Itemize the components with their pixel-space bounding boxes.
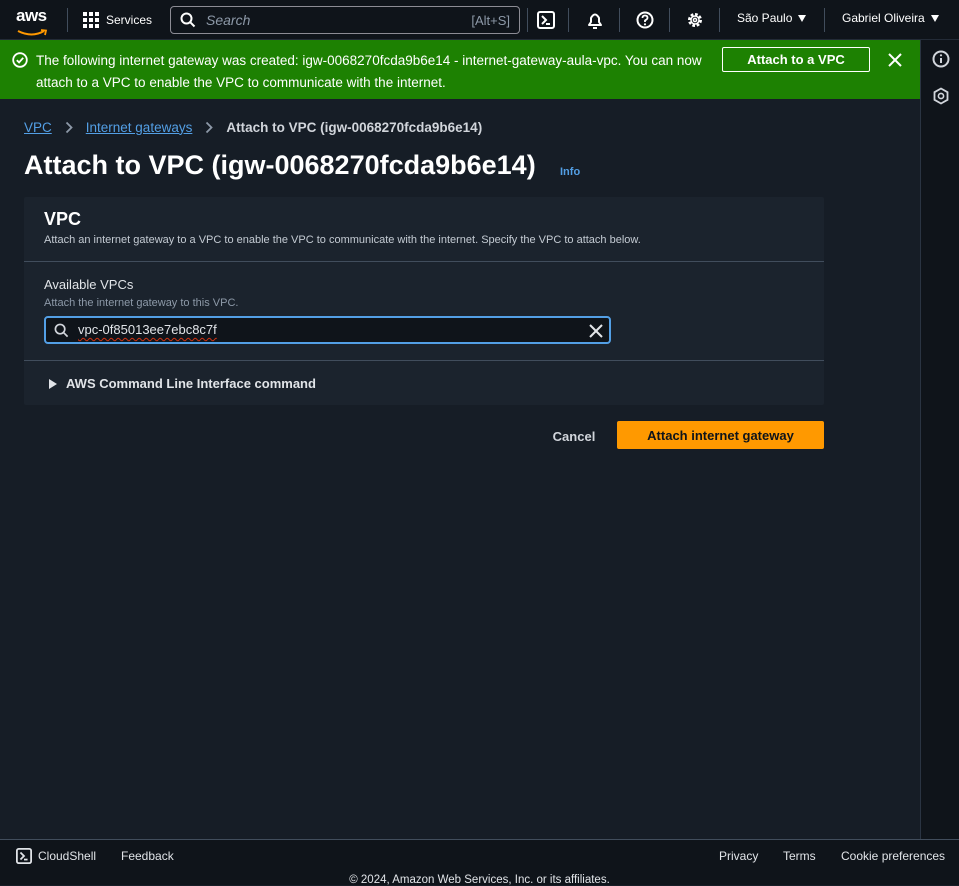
cloudshell-icon xyxy=(16,848,32,864)
flash-message: The following internet gateway was creat… xyxy=(36,53,702,90)
info-panel-icon[interactable] xyxy=(931,49,951,69)
footer-cloudshell-button[interactable]: CloudShell xyxy=(16,848,96,864)
account-menu[interactable]: Gabriel Oliveira xyxy=(842,11,939,25)
cloudshell-icon[interactable] xyxy=(536,10,556,30)
search-placeholder: Search xyxy=(206,12,251,28)
success-flashbar: The following internet gateway was creat… xyxy=(0,40,920,99)
right-tools-rail xyxy=(920,40,959,839)
breadcrumb: VPC Internet gateways Attach to VPC (igw… xyxy=(24,118,482,136)
security-hub-icon[interactable] xyxy=(931,86,951,106)
available-vpcs-label: Available VPCs xyxy=(44,277,134,292)
search-icon xyxy=(54,323,69,338)
privacy-link[interactable]: Privacy xyxy=(719,849,758,863)
top-navigation: aws Services Search [Alt+S] São Paulo Ga… xyxy=(0,0,959,40)
nav-divider xyxy=(527,8,528,32)
attach-internet-gateway-button[interactable]: Attach internet gateway xyxy=(617,421,824,449)
chevron-right-icon xyxy=(205,121,214,134)
nav-divider xyxy=(719,8,720,32)
available-vpcs-description: Attach the internet gateway to this VPC. xyxy=(44,297,239,309)
info-link[interactable]: Info xyxy=(560,166,580,178)
cancel-button[interactable]: Cancel xyxy=(544,427,604,445)
feedback-link[interactable]: Feedback xyxy=(121,849,174,863)
help-icon[interactable] xyxy=(635,10,655,30)
breadcrumb-current: Attach to VPC (igw-0068270fcda9b6e14) xyxy=(226,119,483,135)
aws-smile-icon xyxy=(17,29,48,36)
region-selector[interactable]: São Paulo xyxy=(737,11,807,25)
nav-divider xyxy=(824,8,825,32)
vpc-autosuggest-input[interactable]: vpc-0f85013ee7ebc8c7f xyxy=(44,316,611,344)
cloudshell-label: CloudShell xyxy=(38,849,97,863)
terms-link[interactable]: Terms xyxy=(783,849,816,863)
chevron-right-icon xyxy=(65,121,73,134)
nav-divider xyxy=(67,8,68,32)
services-grid-icon xyxy=(83,12,99,28)
vpc-container: VPC Attach an internet gateway to a VPC … xyxy=(24,197,824,405)
divider xyxy=(24,360,824,361)
vpc-input-value[interactable]: vpc-0f85013ee7ebc8c7f xyxy=(78,322,217,337)
cli-command-label: AWS Command Line Interface command xyxy=(66,376,316,391)
success-check-icon xyxy=(12,52,28,68)
panel-description: Attach an internet gateway to a VPC to e… xyxy=(44,234,641,246)
caret-down-icon xyxy=(930,14,939,22)
caret-down-icon xyxy=(798,14,807,22)
aws-logo-text: aws xyxy=(16,6,47,25)
search-icon xyxy=(180,12,196,28)
panel-header: VPC Attach an internet gateway to a VPC … xyxy=(24,197,824,262)
nav-divider xyxy=(669,8,670,32)
aws-logo[interactable]: aws xyxy=(16,6,52,36)
caret-right-icon xyxy=(49,378,57,389)
services-menu-button[interactable]: Services xyxy=(83,10,152,30)
page-title: Attach to VPC (igw-0068270fcda9b6e14) xyxy=(24,150,536,180)
services-label: Services xyxy=(106,13,153,27)
nav-divider xyxy=(568,8,569,32)
settings-icon[interactable] xyxy=(685,10,705,30)
notifications-icon[interactable] xyxy=(585,10,605,30)
search-shortcut: [Alt+S] xyxy=(471,12,510,28)
cookie-preferences-link[interactable]: Cookie preferences xyxy=(841,849,945,863)
nav-divider xyxy=(619,8,620,32)
attach-to-vpc-button[interactable]: Attach to a VPC xyxy=(722,47,870,72)
region-label: São Paulo xyxy=(737,11,793,25)
panel-title: VPC xyxy=(44,209,82,229)
breadcrumb-vpc[interactable]: VPC xyxy=(24,120,52,135)
clear-icon[interactable] xyxy=(587,322,605,340)
search-input[interactable]: Search [Alt+S] xyxy=(170,6,520,34)
close-icon[interactable] xyxy=(886,51,904,69)
cli-command-expander[interactable]: AWS Command Line Interface command xyxy=(49,376,316,391)
footer: CloudShell Feedback Privacy Terms Cookie… xyxy=(0,839,959,886)
user-name: Gabriel Oliveira xyxy=(842,11,925,25)
copyright: © 2024, Amazon Web Services, Inc. or its… xyxy=(349,874,610,886)
breadcrumb-internet-gateways[interactable]: Internet gateways xyxy=(86,120,193,135)
